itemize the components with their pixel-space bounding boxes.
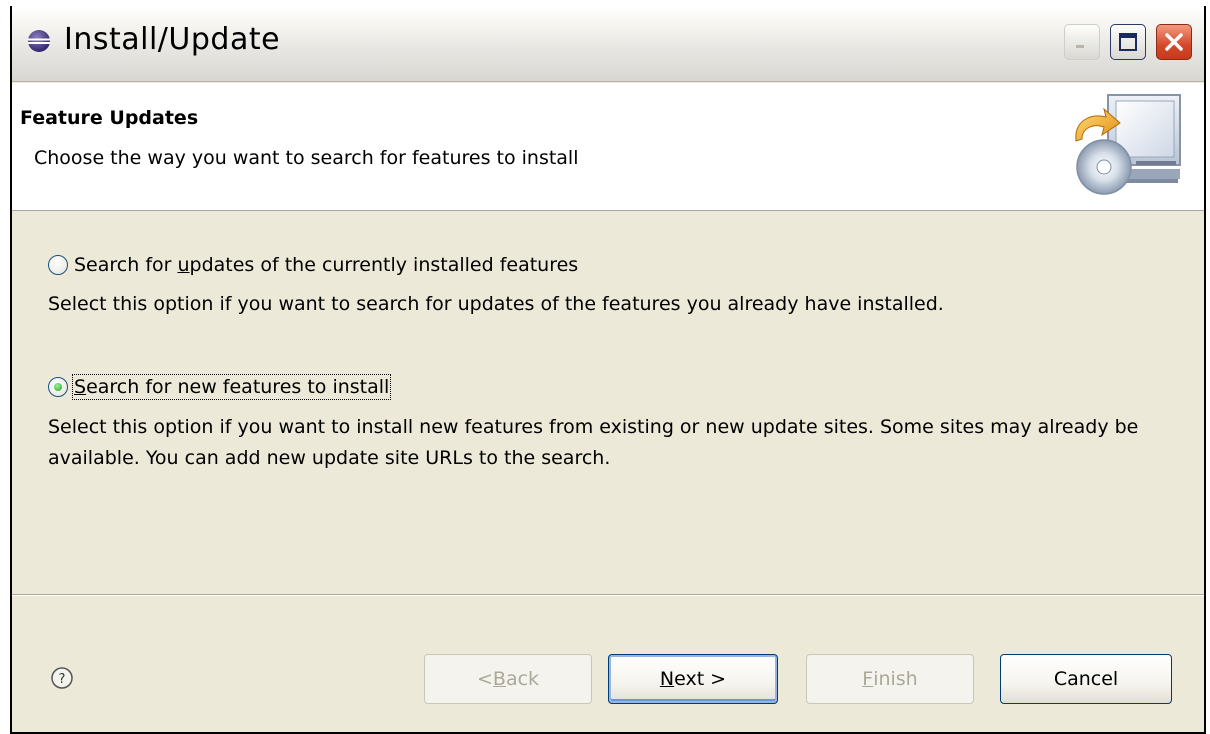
radio-search-new-features[interactable] — [48, 377, 68, 397]
radio-search-updates[interactable] — [48, 255, 68, 275]
wizard-content: Search for updates of the currently inst… — [12, 212, 1204, 594]
maximize-button[interactable] — [1110, 24, 1146, 60]
finish-button[interactable]: Finish — [806, 654, 974, 704]
close-icon — [1165, 33, 1183, 51]
minimize-button[interactable] — [1064, 24, 1100, 60]
page-title: Feature Updates — [20, 107, 199, 129]
page-description: Choose the way you want to search for fe… — [34, 147, 579, 169]
help-icon[interactable]: ? — [50, 666, 74, 690]
option-search-new-features[interactable]: Search for new features to install — [48, 374, 392, 400]
title-bar[interactable]: Install/Update — [12, 6, 1204, 82]
install-update-wizard-icon — [1075, 94, 1181, 195]
svg-text:?: ? — [59, 672, 66, 687]
option-search-new-features-description: Select this option if you want to instal… — [48, 416, 1139, 469]
next-button[interactable]: Next > — [608, 654, 778, 704]
option-search-updates-description: Select this option if you want to search… — [48, 293, 944, 315]
option-search-updates[interactable]: Search for updates of the currently inst… — [48, 254, 578, 276]
minimize-icon — [1076, 45, 1084, 48]
eclipse-icon — [28, 30, 50, 52]
option-search-updates-label[interactable]: Search for updates of the currently inst… — [74, 254, 578, 276]
window-title: Install/Update — [64, 22, 281, 57]
maximize-icon — [1119, 33, 1137, 51]
back-button[interactable]: < Back — [424, 654, 592, 704]
close-button[interactable] — [1156, 24, 1192, 60]
install-update-window: Install/Update Feature Updates Choose th… — [10, 6, 1206, 734]
option-search-new-features-label[interactable]: Search for new features to install — [71, 374, 392, 400]
cancel-button[interactable]: Cancel — [1000, 654, 1172, 704]
wizard-banner: Feature Updates Choose the way you want … — [12, 83, 1204, 211]
footer-separator — [12, 594, 1204, 596]
